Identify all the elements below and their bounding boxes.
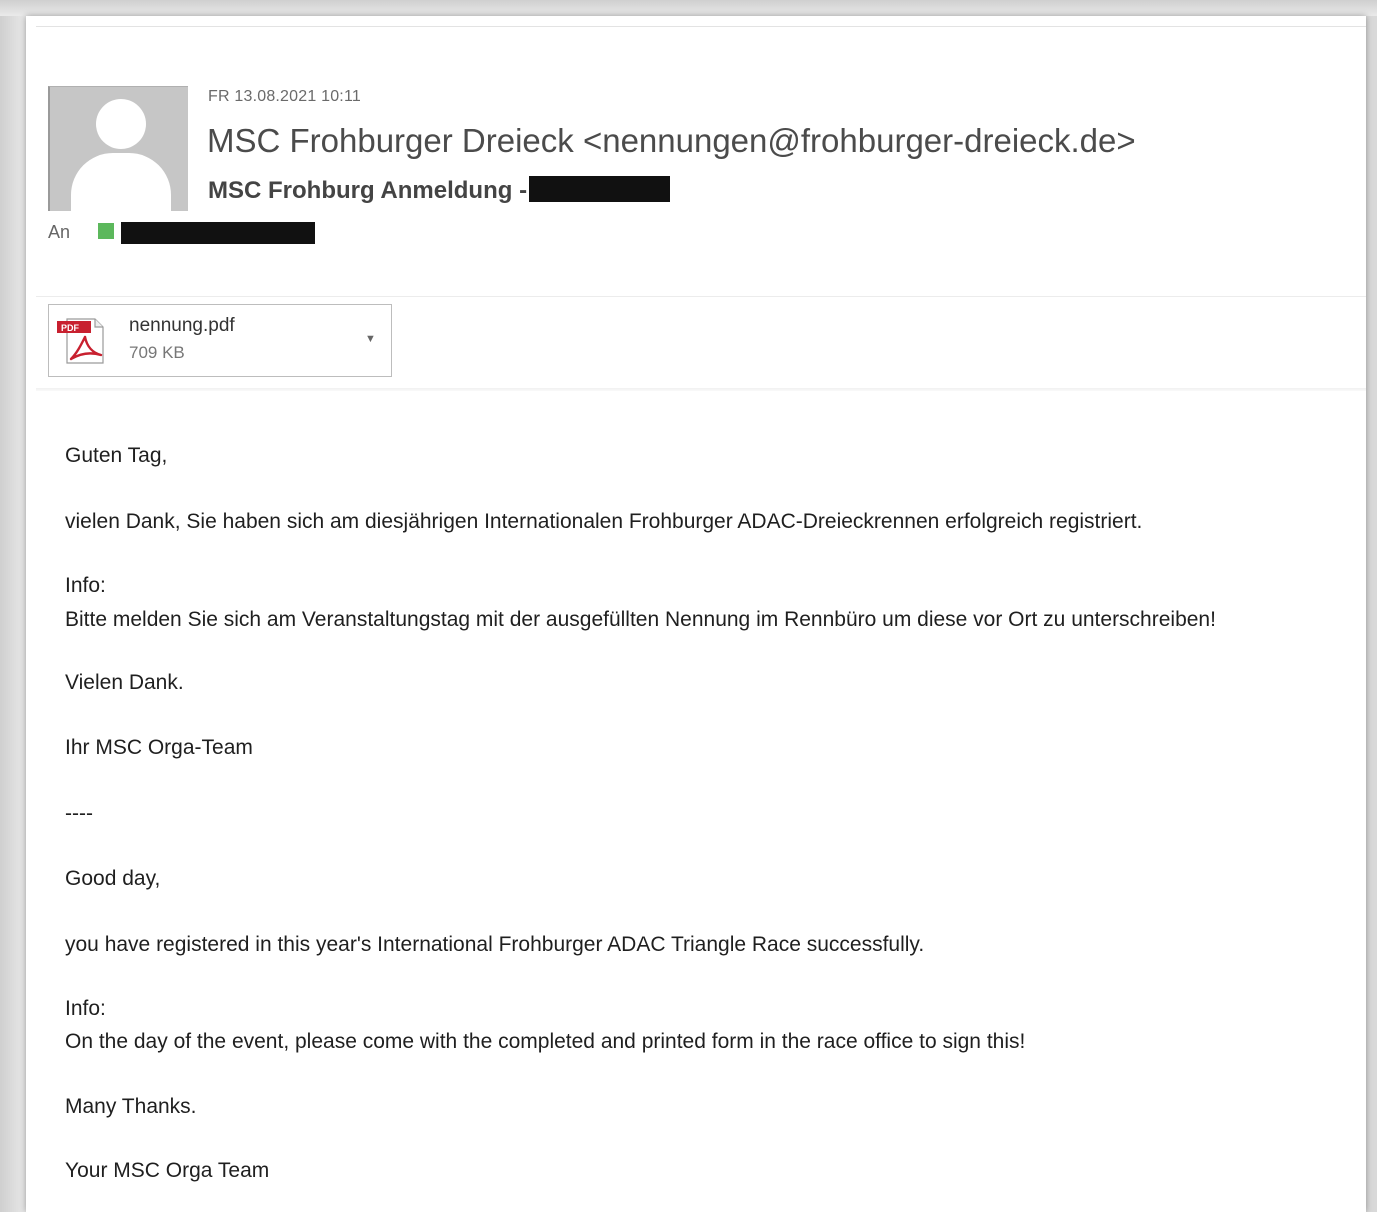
sender-avatar[interactable] xyxy=(48,86,188,211)
background-shadow-top xyxy=(0,0,1377,16)
subject-redaction xyxy=(529,176,671,202)
attachment-card[interactable]: PDF nennung.pdf 709 KB ▼ xyxy=(48,304,392,377)
avatar-head-icon xyxy=(96,99,146,149)
to-label: An xyxy=(48,222,71,242)
attachment-name[interactable]: nennung.pdf xyxy=(129,315,235,337)
body-line: Good day, xyxy=(65,867,161,890)
divider xyxy=(36,388,1366,391)
signature-line: Your MSC Orga Team xyxy=(65,1159,270,1182)
body-line: vielen Dank, Sie haben sich am diesjähri… xyxy=(65,510,1143,533)
body-line: Info: xyxy=(65,997,106,1020)
chevron-down-icon[interactable]: ▼ xyxy=(365,333,376,345)
email-reading-pane: FR 13.08.2021 10:11 MSC Frohburger Dreie… xyxy=(26,16,1366,1212)
sender-name[interactable]: MSC Frohburger Dreieck <nennungen@frohbu… xyxy=(207,122,1136,160)
body-line: Guten Tag, xyxy=(65,444,168,467)
body-line: Many Thanks. xyxy=(65,1095,197,1118)
signature-line: Ihr MSC Orga-Team xyxy=(65,736,253,759)
presence-indicator-icon xyxy=(98,223,114,239)
message-subject: MSC Frohburg Anmeldung - xyxy=(208,176,671,205)
avatar-body-icon xyxy=(71,153,171,211)
pdf-file-icon: PDF xyxy=(57,318,104,364)
message-date: FR 13.08.2021 10:11 xyxy=(208,88,361,105)
divider xyxy=(36,26,1366,27)
background-shadow-left xyxy=(0,0,26,1212)
body-separator: ---- xyxy=(65,802,93,825)
body-line: On the day of the event, please come wit… xyxy=(65,1030,1026,1053)
body-line: Vielen Dank. xyxy=(65,671,184,694)
pdf-badge-text: PDF xyxy=(61,323,80,333)
subject-text: MSC Frohburg Anmeldung - xyxy=(208,177,528,204)
body-line: Info: xyxy=(65,574,106,597)
body-line: Bitte melden Sie sich am Veranstaltungst… xyxy=(65,608,1216,631)
divider xyxy=(36,296,1366,297)
attachment-size: 709 KB xyxy=(129,343,185,362)
body-line: you have registered in this year's Inter… xyxy=(65,933,925,956)
recipient-redaction[interactable] xyxy=(121,222,315,244)
